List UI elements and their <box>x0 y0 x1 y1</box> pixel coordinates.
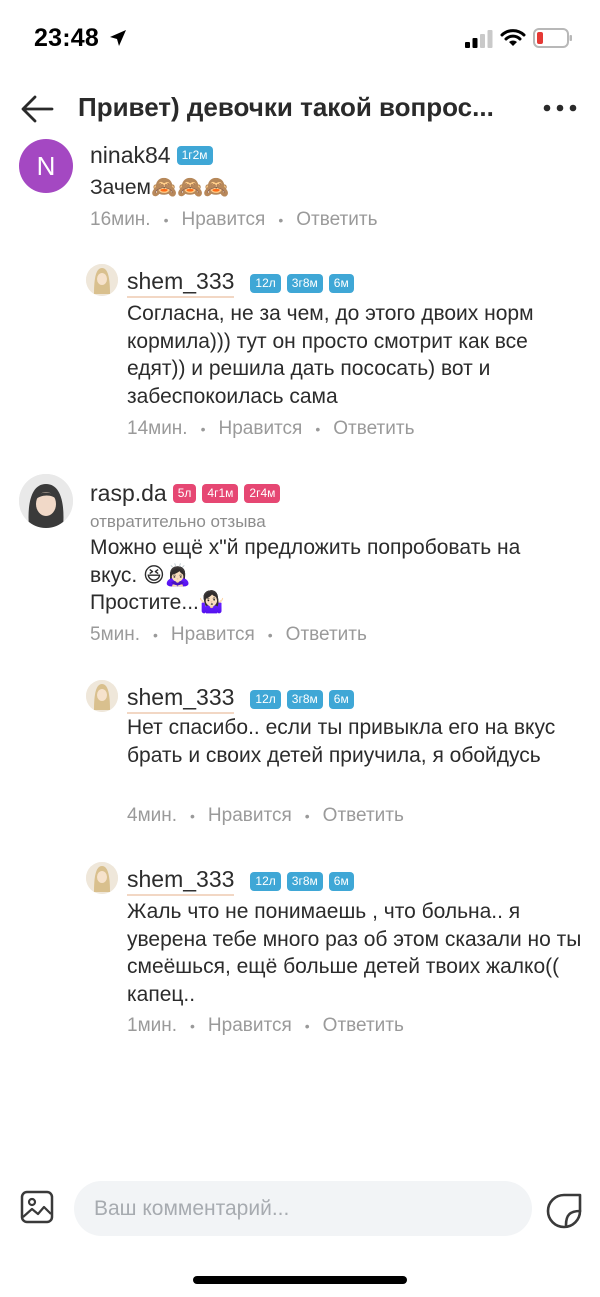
separator-dot: • <box>304 1018 310 1034</box>
comment-meta: 5мин. • Нравится • Ответить <box>90 624 367 646</box>
separator-dot: • <box>200 421 206 437</box>
page-title: Привет) девочки такой вопрос... <box>78 92 494 122</box>
like-button[interactable]: Нравится <box>171 624 255 646</box>
comment-time: 4мин. <box>127 805 178 826</box>
comment-meta: 1мин. • Нравится • Ответить <box>127 1015 404 1037</box>
reply-shem_333: shem_333 12л 3г8м 6м Жаль что не понимае… <box>0 862 600 1042</box>
separator-dot: • <box>190 808 195 824</box>
username[interactable]: shem_333 <box>127 268 235 298</box>
comment-text-line: вкус. 😆🙇🏻‍♀️ <box>90 563 192 587</box>
comment-text-line: Можно ещё х"й предложить попробовать на <box>90 536 521 559</box>
avatar[interactable]: N <box>19 139 73 193</box>
comment-time: 14мин. <box>127 418 188 439</box>
wifi-icon <box>500 29 526 46</box>
username[interactable]: rasp.da <box>90 480 167 507</box>
comment-text: Жаль что не понимаешь , что больна.. я у… <box>127 900 582 1006</box>
avatar-photo-icon <box>86 862 118 894</box>
comment-ninak84: N ninak84 1г2м Зачем🙈🙈🙈 16мин. • Нравитс… <box>0 139 600 240</box>
separator-dot: • <box>190 1018 195 1034</box>
avatar[interactable] <box>86 862 118 894</box>
username[interactable]: shem_333 <box>127 866 235 896</box>
comment-time: 1мин. <box>127 1015 178 1036</box>
user-badge: 5л <box>172 484 197 503</box>
like-button[interactable]: Нравится <box>219 418 303 440</box>
separator-dot: • <box>153 627 158 643</box>
comment-meta: 4мин. • Нравится • Ответить <box>127 805 404 827</box>
comment-meta: 14мин. • Нравится • Ответить <box>127 418 414 440</box>
status-time: 23:48 <box>34 24 99 52</box>
like-button[interactable]: Нравится <box>182 209 266 231</box>
separator-dot: • <box>163 212 169 228</box>
signal-icon <box>465 30 493 48</box>
avatar[interactable] <box>86 264 118 296</box>
location-arrow-icon <box>110 30 126 46</box>
image-icon[interactable] <box>20 1190 54 1224</box>
user-badge: 12л <box>250 689 281 709</box>
sticker-icon[interactable] <box>546 1191 584 1229</box>
user-badge: 12л <box>250 273 281 293</box>
user-badge: 2г4м <box>244 484 281 503</box>
user-badge: 3г8м <box>286 871 323 891</box>
separator-dot: • <box>278 212 284 228</box>
avatar-photo-icon <box>86 264 118 296</box>
comment-header: shem_333 12л 3г8м 6м <box>127 268 354 298</box>
comment-input[interactable] <box>74 1181 532 1236</box>
avatar[interactable] <box>86 680 118 712</box>
comment-header: shem_333 12л 3г8м 6м <box>127 684 354 714</box>
comment-header: rasp.da 5л 4г1м 2г4м <box>90 480 281 507</box>
user-badge: 3г8м <box>286 273 323 293</box>
separator-dot: • <box>315 421 321 437</box>
separator-dot: • <box>267 627 273 643</box>
comment-time: 16мин. <box>90 209 151 230</box>
like-button[interactable]: Нравится <box>208 1015 292 1037</box>
comment-header: ninak84 1г2м <box>90 142 213 169</box>
avatar-photo-icon <box>86 680 118 712</box>
avatar-photo-icon <box>19 474 73 528</box>
reply-shem_333: shem_333 12л 3г8м 6м Нет спасибо.. если … <box>0 680 600 830</box>
avatar-letter: N <box>36 150 56 181</box>
status-bar: 23:48 <box>0 0 600 78</box>
home-indicator <box>193 1276 407 1284</box>
comment-rasp-da: rasp.da 5л 4г1м 2г4м отвратительно отзыв… <box>0 474 600 654</box>
back-arrow-icon[interactable] <box>20 94 54 124</box>
reply-button[interactable]: Ответить <box>286 624 367 646</box>
user-badge: 6м <box>328 689 354 709</box>
user-subtitle: отвратительно отзыва <box>90 512 266 531</box>
more-dots-icon[interactable] <box>542 98 578 118</box>
comment-meta: 16мин. • Нравится • Ответить <box>90 209 377 231</box>
comment-text-line: Простите...🤷🏻‍♀️ <box>90 591 226 614</box>
user-badge: 4г1м <box>202 484 239 503</box>
comment-header: shem_333 12л 3г8м 6м <box>127 866 354 896</box>
comment-text: Нет спасибо.. если ты привыкла его на вк… <box>127 716 556 767</box>
header: Привет) девочки такой вопрос... <box>0 78 600 140</box>
reply-shem_333: shem_333 12л 3г8м 6м Согласна, не за чем… <box>0 264 600 444</box>
separator-dot: • <box>304 808 310 824</box>
reply-button[interactable]: Ответить <box>333 418 414 440</box>
user-badge: 12л <box>250 871 281 891</box>
like-button[interactable]: Нравится <box>208 805 292 827</box>
user-badge: 3г8м <box>286 689 323 709</box>
comment-time: 5мин. <box>90 624 141 645</box>
avatar[interactable] <box>19 474 73 528</box>
user-badge: 6м <box>328 273 354 293</box>
comment-text: Зачем🙈🙈🙈 <box>90 176 230 199</box>
username[interactable]: ninak84 <box>90 142 171 169</box>
reply-button[interactable]: Ответить <box>323 1015 404 1037</box>
reply-button[interactable]: Ответить <box>296 209 377 231</box>
reply-button[interactable]: Ответить <box>323 805 404 827</box>
comment-text: Можно ещё х"й предложить попробовать на … <box>90 534 590 617</box>
user-badge: 6м <box>328 871 354 891</box>
battery-low-icon <box>533 28 572 48</box>
comment-text: Согласна, не за чем, до этого двоих норм… <box>127 302 534 408</box>
username[interactable]: shem_333 <box>127 684 235 714</box>
user-badge: 1г2м <box>176 146 213 165</box>
